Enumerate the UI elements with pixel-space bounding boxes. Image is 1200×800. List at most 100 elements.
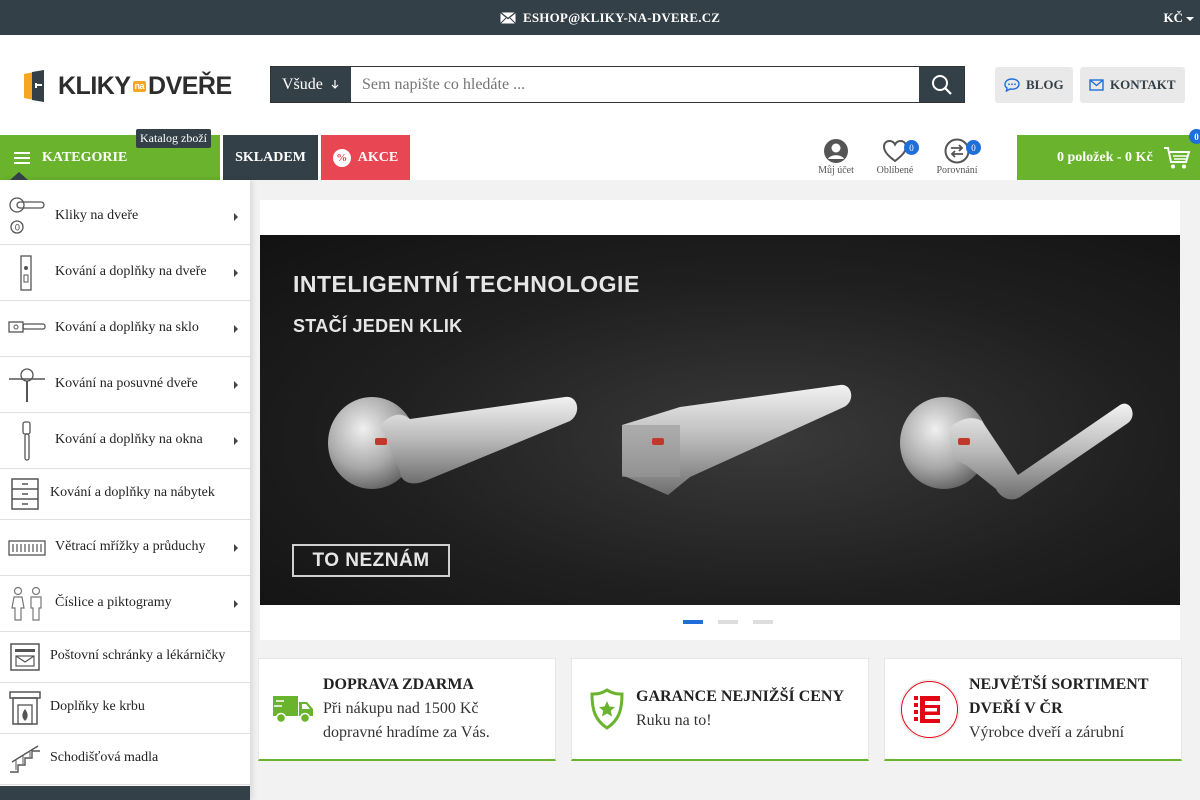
hamburger-icon [14, 151, 30, 164]
category-item-kovani-sklo[interactable]: Kování a doplňky na sklo [0, 301, 250, 357]
category-label: Číslice a piktogramy [55, 595, 172, 610]
cart-icon [1163, 146, 1191, 168]
search-input[interactable] [351, 67, 919, 102]
top-bar: ESHOP@KLIKY-NA-DVERE.CZ KČ [0, 0, 1200, 35]
logo-part2: DVEŘE [148, 71, 232, 100]
feature-title: NEJVĚTŠÍ SORTIMENT [969, 676, 1149, 693]
menu-pointer [10, 172, 28, 180]
favorites-label: Oblíbené [876, 165, 914, 176]
category-item-schranky[interactable]: Poštovní schránky a lékárničky [0, 632, 250, 683]
chevron-right-icon [234, 381, 238, 389]
email-text: ESHOP@KLIKY-NA-DVERE.CZ [523, 10, 721, 25]
chevron-down-icon [1186, 16, 1194, 21]
category-label: Větrací mřížky a průduchy [55, 539, 206, 554]
envelope-icon [1089, 79, 1104, 91]
search-scope-label: Všude [282, 75, 323, 93]
slider-dot[interactable] [718, 620, 738, 624]
sale-label: AKCE [357, 149, 399, 165]
feature-text-line1: Výrobce dveří a zárubní [969, 724, 1125, 741]
compare-count-badge: 0 [966, 140, 981, 155]
search-bar: Všude [270, 66, 965, 103]
sale-button[interactable]: % AKCE [321, 135, 410, 180]
logo-na: na [132, 80, 147, 92]
nav-bar: KATEGORIE Katalog zboží SKLADEM % AKCE M… [0, 129, 1200, 180]
in-stock-button[interactable]: SKLADEM [223, 135, 318, 180]
blog-label: BLOG [1026, 77, 1064, 92]
category-item-madla[interactable]: Schodišťová madla [0, 734, 250, 785]
feature-title-line2: DVEŘÍ V ČR [969, 700, 1063, 717]
sliding-door-icon [8, 367, 46, 403]
category-item-vetraci[interactable]: Větrací mřížky a průduchy [0, 520, 250, 576]
compare-label: Porovnání [936, 165, 978, 176]
contact-label: KONTAKT [1110, 77, 1176, 92]
currency-label: KČ [1163, 10, 1184, 25]
slider-dot[interactable] [753, 620, 773, 624]
blog-button[interactable]: BLOG [995, 67, 1073, 103]
email-link[interactable]: ESHOP@KLIKY-NA-DVERE.CZ [500, 10, 720, 26]
furniture-icon [6, 478, 44, 512]
logo-text: KLIKY na DVEŘE [58, 72, 232, 101]
category-item-nabytek[interactable]: Kování a doplňky na nábytek [0, 469, 250, 520]
category-item-cislice[interactable]: Číslice a piktogramy [0, 576, 250, 632]
chevron-right-icon [234, 325, 238, 333]
category-label: Kování na posuvné dveře [55, 376, 198, 391]
slider-dot[interactable] [683, 620, 703, 624]
cart-button[interactable]: 0 položek - 0 Kč 0 [1017, 129, 1200, 180]
category-label: Kování a doplňky na okna [55, 432, 203, 447]
category-item-okna[interactable]: Kování a doplňky na okna [0, 413, 250, 469]
chevron-right-icon [234, 213, 238, 221]
category-label: Doplňky ke krbu [50, 699, 145, 714]
favorites-count-badge: 0 [904, 140, 919, 155]
chevron-right-icon [234, 269, 238, 277]
menu-top-spacer [0, 180, 250, 188]
brand-e-logo[interactable] [899, 679, 960, 745]
banner-cta-button[interactable]: TO NEZNÁM [292, 544, 450, 577]
envelope-icon [500, 12, 516, 24]
category-menu: 0 Kliky na dveře Kování a doplňky na dve… [0, 172, 250, 800]
mailbox-icon [6, 641, 44, 673]
user-icon [824, 139, 848, 163]
category-item-posuvne[interactable]: Kování na posuvné dveře [0, 357, 250, 413]
category-label: Kování a doplňky na sklo [55, 320, 199, 335]
arrow-down-icon [331, 79, 339, 89]
door-lock-icon [8, 255, 46, 291]
stair-rail-icon [6, 744, 44, 774]
compare-link[interactable]: 0 Porovnání [922, 137, 992, 176]
category-item-kovani-dvere[interactable]: Kování a doplňky na dveře [0, 245, 250, 301]
slider-dots [683, 620, 773, 624]
category-label: Schodišťová madla [50, 750, 159, 765]
logo[interactable]: KLIKY na DVEŘE [22, 68, 232, 104]
feature-title: DOPRAVA ZDARMA [323, 676, 474, 693]
search-scope-select[interactable]: Všude [271, 67, 351, 102]
catalog-tooltip: Katalog zboží [136, 129, 211, 148]
feature-lowest-price: GARANCE NEJNIŽŠÍ CENY Ruku na to! [571, 658, 869, 761]
search-button[interactable] [919, 67, 964, 102]
pictogram-icon [8, 586, 46, 622]
feature-free-shipping: DOPRAVA ZDARMA Při nákupu nad 1500 Kč do… [258, 658, 556, 761]
chevron-right-icon [234, 544, 238, 552]
category-item-kliky[interactable]: 0 Kliky na dveře [0, 188, 250, 245]
category-label: Kování a doplňky na nábytek [50, 485, 215, 500]
categories-button[interactable]: KATEGORIE Katalog zboží [0, 129, 220, 180]
category-item-krb[interactable]: Doplňky ke krbu [0, 683, 250, 734]
door-handle-icon: 0 [8, 196, 46, 236]
category-label: Kování a doplňky na dveře [55, 264, 207, 279]
currency-selector[interactable]: KČ [1163, 10, 1194, 26]
favorites-link[interactable]: 0 Oblíbené [860, 137, 930, 176]
logo-part1: KLIKY [58, 71, 131, 100]
window-handle-icon [8, 421, 46, 461]
vent-grille-icon [8, 540, 46, 556]
shield-star-icon [589, 688, 625, 735]
feature-assortment: NEJVĚTŠÍ SORTIMENT DVEŘÍ V ČR Výrobce dv… [884, 658, 1182, 761]
banner-slide[interactable]: INTELIGENTNÍ TECHNOLOGIE STAČÍ JEDEN KLI… [260, 235, 1180, 605]
categories-label: KATEGORIE [42, 149, 128, 165]
contact-button[interactable]: KONTAKT [1080, 67, 1185, 103]
svg-text:0: 0 [15, 224, 21, 234]
category-label: Kliky na dveře [55, 208, 139, 223]
menu-bottom-bar [0, 786, 250, 800]
fireplace-icon [6, 691, 44, 725]
chat-bubble-icon [1004, 78, 1020, 92]
glass-handle-icon [8, 317, 46, 337]
chevron-right-icon [234, 600, 238, 608]
in-stock-label: SKLADEM [235, 149, 306, 165]
